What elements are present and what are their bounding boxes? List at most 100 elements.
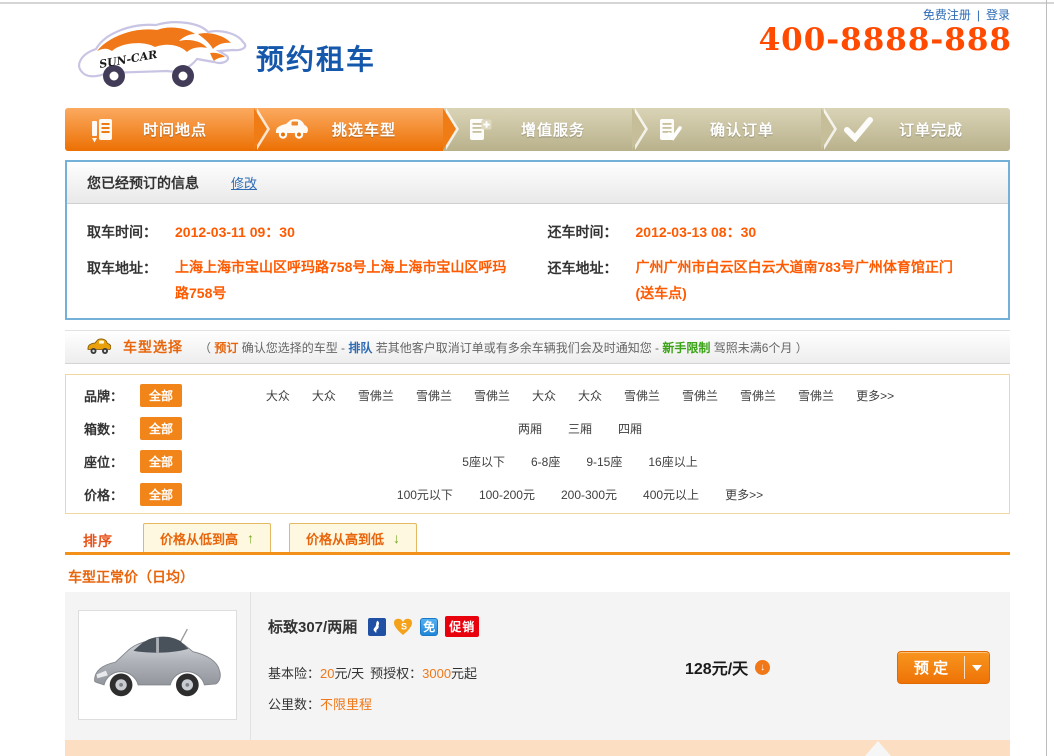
box-option[interactable]: 两厢 bbox=[518, 420, 542, 437]
book-split-button[interactable]: 预 定 bbox=[897, 651, 990, 684]
brand-option[interactable]: 大众 bbox=[578, 387, 602, 404]
seat-option[interactable]: 6-8座 bbox=[531, 453, 560, 470]
brand-option[interactable]: 雪佛兰 bbox=[624, 387, 660, 404]
step-confirm-order[interactable]: 确认订单 bbox=[632, 108, 821, 151]
login-link[interactable]: 登录 bbox=[986, 8, 1010, 22]
note-text: 确认您选择的车型 - bbox=[238, 341, 348, 355]
booking-info-panel: 您已经预订的信息 修改 取车时间： 2012-03-11 09：30 还车时间：… bbox=[65, 160, 1010, 320]
brand-option[interactable]: 大众 bbox=[532, 387, 556, 404]
seat-option[interactable]: 9-15座 bbox=[586, 453, 622, 470]
sort-section: 排序 价格从低到高 ↑ 价格从高到低 ↓ bbox=[65, 524, 1010, 555]
price-option[interactable]: 200-300元 bbox=[561, 486, 617, 503]
note-text: （ bbox=[199, 341, 214, 355]
filter-panel: 品牌： 全部 大众 大众 雪佛兰 雪佛兰 雪佛兰 大众 大众 雪佛兰 雪佛兰 雪… bbox=[65, 374, 1010, 514]
seat-options: 5座以下 6-8座 9-15座 16座以上 bbox=[246, 453, 914, 470]
car-listing-row: 标致307/两厢 S 免 促销 基本险：20元/天预授权：3000元起 公里数：… bbox=[65, 592, 1010, 740]
price-more-link[interactable]: 更多>> bbox=[725, 486, 763, 503]
seat-all-button[interactable]: 全部 bbox=[140, 450, 182, 473]
preauth-label: 预授权： bbox=[370, 666, 422, 681]
price-list-header: 车型正常价（日均） bbox=[68, 567, 194, 587]
modify-link[interactable]: 修改 bbox=[231, 173, 257, 192]
mileage-value: 不限里程 bbox=[320, 697, 372, 712]
return-time-value: 2012-03-13 08：30 bbox=[636, 222, 971, 242]
expanded-panel-strip bbox=[65, 740, 1010, 756]
box-filter-label: 箱数： bbox=[84, 419, 136, 438]
brand-option[interactable]: 雪佛兰 bbox=[682, 387, 718, 404]
account-links: 免费注册 | 登录 bbox=[923, 6, 1010, 23]
seat-filter-label: 座位： bbox=[84, 452, 136, 471]
sort-tab-label: 价格从低到高 bbox=[160, 529, 238, 548]
step-time-place[interactable]: 时间地点 bbox=[65, 108, 254, 151]
sort-tab-price-desc[interactable]: 价格从高到低 ↓ bbox=[289, 523, 417, 552]
book-button[interactable]: 预 定 bbox=[898, 652, 964, 683]
box-all-button[interactable]: 全部 bbox=[140, 417, 182, 440]
small-car-icon bbox=[87, 338, 111, 356]
svg-text:S: S bbox=[401, 621, 407, 631]
filter-row-price: 价格： 全部 100元以下 100-200元 200-300元 400元以上 更… bbox=[66, 478, 1009, 511]
sort-label: 排序 bbox=[83, 531, 113, 551]
insurance-label: 基本险： bbox=[268, 666, 320, 681]
price-all-button[interactable]: 全部 bbox=[140, 483, 182, 506]
book-dropdown-toggle[interactable] bbox=[965, 652, 989, 683]
service-phone-number: 400-8888-888 bbox=[759, 22, 1012, 58]
booking-info-title: 您已经预订的信息 bbox=[87, 173, 199, 193]
doc-check-icon bbox=[652, 116, 686, 144]
step-label: 确认订单 bbox=[710, 119, 774, 140]
price-filter-label: 价格： bbox=[84, 485, 136, 504]
car-photo[interactable] bbox=[78, 610, 237, 720]
price-drop-icon: ↓ bbox=[755, 660, 770, 675]
pickup-time-row: 取车时间： 2012-03-11 09：30 bbox=[87, 222, 548, 242]
model-selection-title: 车型选择 bbox=[123, 337, 183, 357]
brand-option[interactable]: 雪佛兰 bbox=[358, 387, 394, 404]
pickup-address-label: 取车地址： bbox=[87, 258, 175, 307]
brand-option[interactable]: 雪佛兰 bbox=[740, 387, 776, 404]
return-time-label: 还车时间： bbox=[548, 222, 636, 242]
brand-options: 大众 大众 雪佛兰 雪佛兰 雪佛兰 大众 大众 雪佛兰 雪佛兰 雪佛兰 雪佛兰 … bbox=[246, 387, 914, 404]
sun-car-logo[interactable]: SUN-CAR bbox=[70, 16, 252, 94]
note-keyword-book: 预订 bbox=[214, 341, 238, 355]
brand-option[interactable]: 雪佛兰 bbox=[474, 387, 510, 404]
register-link[interactable]: 免费注册 bbox=[923, 8, 971, 22]
note-text: 驾照未满6个月 ） bbox=[710, 341, 807, 355]
car-icon bbox=[274, 116, 308, 144]
link-separator: | bbox=[977, 8, 980, 22]
booking-page: SUN-CAR 预约租车 免费注册|登录 400-8888-888 时间地点 bbox=[0, 0, 1054, 756]
insurance-value: 20 bbox=[320, 666, 334, 681]
brand-option[interactable]: 大众 bbox=[312, 387, 336, 404]
brand-option[interactable]: 大众 bbox=[266, 387, 290, 404]
box-option[interactable]: 四厢 bbox=[618, 420, 642, 437]
brand-option[interactable]: 雪佛兰 bbox=[798, 387, 834, 404]
listing-divider bbox=[250, 592, 251, 740]
model-selection-bar: 车型选择 （ 预订 确认您选择的车型 - 排队 若其他客户取消订单或有多余车辆我… bbox=[65, 330, 1010, 364]
seat-option[interactable]: 5座以下 bbox=[462, 453, 505, 470]
filter-row-seats: 座位： 全部 5座以下 6-8座 9-15座 16座以上 bbox=[66, 445, 1009, 478]
seat-option[interactable]: 16座以上 bbox=[648, 453, 697, 470]
window-right-edge bbox=[1046, 0, 1047, 756]
preauth-value: 3000 bbox=[422, 666, 451, 681]
sort-tab-price-asc[interactable]: 价格从低到高 ↑ bbox=[143, 523, 271, 552]
car-image bbox=[87, 621, 229, 709]
sort-tab-label: 价格从高到低 bbox=[306, 529, 384, 548]
arrow-up-icon: ↑ bbox=[247, 530, 254, 546]
note-keyword-queue: 排队 bbox=[348, 341, 372, 355]
car-model-title: 标致307/两厢 bbox=[268, 616, 357, 637]
peugeot-brand-icon bbox=[368, 618, 386, 636]
check-icon bbox=[841, 116, 875, 144]
brand-filter-label: 品牌： bbox=[84, 386, 136, 405]
price-option[interactable]: 400元以上 bbox=[643, 486, 699, 503]
booking-info-grid: 取车时间： 2012-03-11 09：30 还车时间： 2012-03-13 … bbox=[67, 204, 1008, 323]
pickup-address-row: 取车地址： 上海上海市宝山区呼玛路758号上海上海市宝山区呼玛路758号 bbox=[87, 258, 548, 307]
price-option[interactable]: 100-200元 bbox=[479, 486, 535, 503]
step-order-complete[interactable]: 订单完成 bbox=[821, 108, 1010, 151]
daily-price: 128元/天 ↓ bbox=[685, 655, 770, 679]
heart-s-badge-icon: S bbox=[393, 618, 413, 636]
brand-all-button[interactable]: 全部 bbox=[140, 384, 182, 407]
price-option[interactable]: 100元以下 bbox=[397, 486, 453, 503]
brand-option[interactable]: 雪佛兰 bbox=[416, 387, 452, 404]
step-value-added-services[interactable]: 增值服务 bbox=[443, 108, 632, 151]
brand-more-link[interactable]: 更多>> bbox=[856, 387, 894, 404]
sort-underline bbox=[65, 552, 1010, 555]
model-selection-note: （ 预订 确认您选择的车型 - 排队 若其他客户取消订单或有多余车辆我们会及时通… bbox=[199, 339, 808, 356]
box-option[interactable]: 三厢 bbox=[568, 420, 592, 437]
step-choose-model[interactable]: 挑选车型 bbox=[254, 108, 443, 151]
